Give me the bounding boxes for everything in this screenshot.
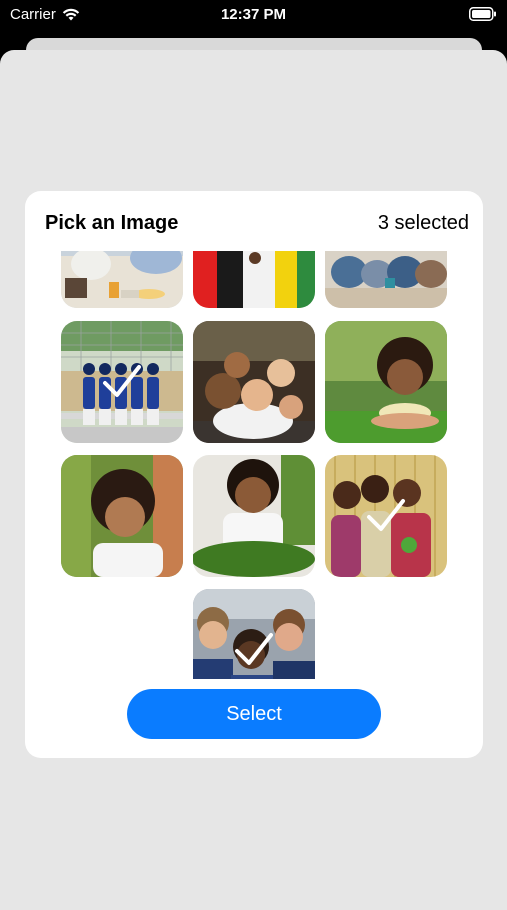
checkmark-icon [103, 365, 141, 397]
selected-count: 3 selected [377, 212, 469, 234]
photo-baseball-team[interactable] [61, 321, 183, 443]
photo-group-sitting[interactable] [325, 251, 447, 308]
image-picker-card: Pick an Image 3 selected Select [25, 191, 483, 758]
checkmark-icon [367, 499, 405, 531]
photo-group-colorful[interactable] [193, 251, 315, 308]
photo-family-dinner[interactable] [61, 251, 183, 308]
photo-girl-on-grass[interactable] [325, 321, 447, 443]
photo-girl-with-leaf[interactable] [193, 455, 315, 577]
photo-grid[interactable] [25, 251, 483, 679]
photo-three-women[interactable] [325, 455, 447, 577]
status-bar: Carrier 12:37 PM [0, 0, 507, 30]
picker-title: Pick an Image [45, 212, 179, 234]
picker-header: Pick an Image 3 selected [25, 191, 483, 251]
battery-icon [469, 7, 496, 21]
select-button[interactable]: Select [127, 689, 381, 739]
photo-child-in-leaves[interactable] [61, 455, 183, 577]
checkmark-icon [235, 633, 273, 665]
photo-family-portrait[interactable] [193, 321, 315, 443]
photo-three-boys[interactable] [193, 589, 315, 679]
clock: 12:37 PM [220, 6, 287, 23]
